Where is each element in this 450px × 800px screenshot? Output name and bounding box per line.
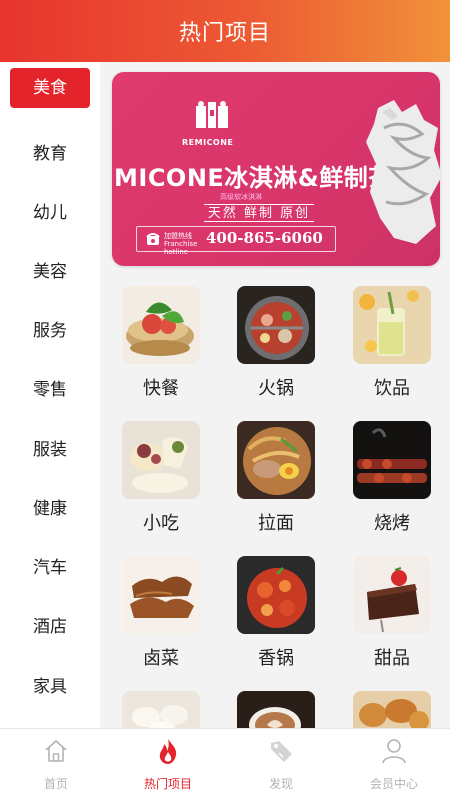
sidebar-item-services[interactable]: 服务 <box>0 308 100 348</box>
sidebar-item-education[interactable]: 教育 <box>0 131 100 171</box>
sidebar-item-label: 服装 <box>33 439 67 460</box>
category-label: 饮品 <box>374 378 410 399</box>
braised-photo-icon <box>122 556 200 634</box>
tab-discover[interactable]: 发现 <box>225 729 337 800</box>
banner-tagline: 天然 鲜制 原创 <box>204 204 314 222</box>
sidebar-item-beauty[interactable]: 美容 <box>0 249 100 289</box>
sidebar-item-health[interactable]: 健康 <box>0 486 100 526</box>
phone-icon <box>146 233 160 245</box>
ice-cream-logo-icon <box>196 101 228 128</box>
coffee-photo-icon <box>237 691 315 728</box>
spicy-pot-photo-icon <box>237 556 315 634</box>
sidebar-item-label: 教育 <box>33 143 67 164</box>
bottom-tab-bar: 首页 热门项目 发现 会员中心 <box>0 728 450 800</box>
sidebar-item-label: 汽车 <box>33 557 67 578</box>
category-label: 小吃 <box>143 513 179 534</box>
tab-label: 首页 <box>43 777 68 791</box>
cake-photo-icon <box>353 556 431 634</box>
tab-label: 热门项目 <box>143 777 192 791</box>
sidebar-item-hotel[interactable]: 酒店 <box>0 604 100 644</box>
sidebar-item-kids[interactable]: 幼儿 <box>0 190 100 230</box>
bbq-photo-icon <box>353 421 431 499</box>
hotline-label: 加盟热线 Franchise hotline <box>164 232 198 256</box>
tab-label: 发现 <box>268 777 293 791</box>
snack-photo-icon <box>122 421 200 499</box>
drink-photo-icon <box>353 286 431 364</box>
dumpling-photo-icon <box>122 691 200 728</box>
banner-subtext: 高级软冰淇淋 <box>220 193 262 201</box>
user-icon <box>382 739 406 764</box>
sidebar-item-label: 幼儿 <box>33 202 67 223</box>
sidebar-item-label: 零售 <box>33 379 67 400</box>
tab-home[interactable]: 首页 <box>0 729 112 800</box>
sidebar-item-auto[interactable]: 汽车 <box>0 545 100 585</box>
sandwich-photo-icon <box>122 286 200 364</box>
pastry-photo-icon <box>353 691 431 728</box>
category-label: 甜品 <box>374 648 410 669</box>
category-label: 香锅 <box>258 648 294 669</box>
hotpot-photo-icon <box>237 286 315 364</box>
category-label: 拉面 <box>258 513 294 534</box>
category-label: 烧烤 <box>374 513 410 534</box>
sidebar-item-clothing[interactable]: 服装 <box>0 427 100 467</box>
ramen-photo-icon <box>237 421 315 499</box>
promo-banner[interactable]: REMICONE MICONE冰淇淋&鲜制茶 高级软冰淇淋 天然 鲜制 原创 加… <box>112 72 440 266</box>
sidebar-item-label: 家具 <box>33 676 67 697</box>
sidebar-item-label: 健康 <box>33 498 67 519</box>
tab-member-center[interactable]: 会员中心 <box>338 729 450 800</box>
category-label: 卤菜 <box>143 648 179 669</box>
tag-icon <box>271 741 292 762</box>
home-icon <box>45 739 67 762</box>
page-title: 热门项目 <box>178 21 271 46</box>
sidebar-item-retail[interactable]: 零售 <box>0 367 100 407</box>
content-area: REMICONE MICONE冰淇淋&鲜制茶 高级软冰淇淋 天然 鲜制 原创 加… <box>100 62 450 728</box>
category-label: 火锅 <box>258 378 294 399</box>
sidebar-item-furniture[interactable]: 家具 <box>0 664 100 704</box>
sidebar-item-label: 美容 <box>33 261 67 282</box>
sidebar-item-food[interactable]: 美食 <box>0 68 100 108</box>
sidebar-item-label: 服务 <box>33 320 67 341</box>
brand-logo-text: REMICONE <box>182 138 234 147</box>
ice-cream-swirl-image <box>366 100 440 244</box>
banner-headline: MICONE冰淇淋&鲜制茶 <box>114 164 393 192</box>
category-sidebar[interactable]: 美食 教育 幼儿 美容 服务 零售 服装 健康 汽车 酒店 家具 <box>0 62 100 728</box>
hotline-number: 400-865-6060 <box>206 229 323 247</box>
flame-icon <box>159 739 177 764</box>
tab-hot-projects[interactable]: 热门项目 <box>112 729 224 800</box>
sidebar-item-label: 酒店 <box>33 616 67 637</box>
sidebar-item-label: 美食 <box>10 68 90 108</box>
app-header: 热门项目 <box>0 0 450 62</box>
tab-label: 会员中心 <box>369 777 418 791</box>
category-label: 快餐 <box>143 378 179 399</box>
